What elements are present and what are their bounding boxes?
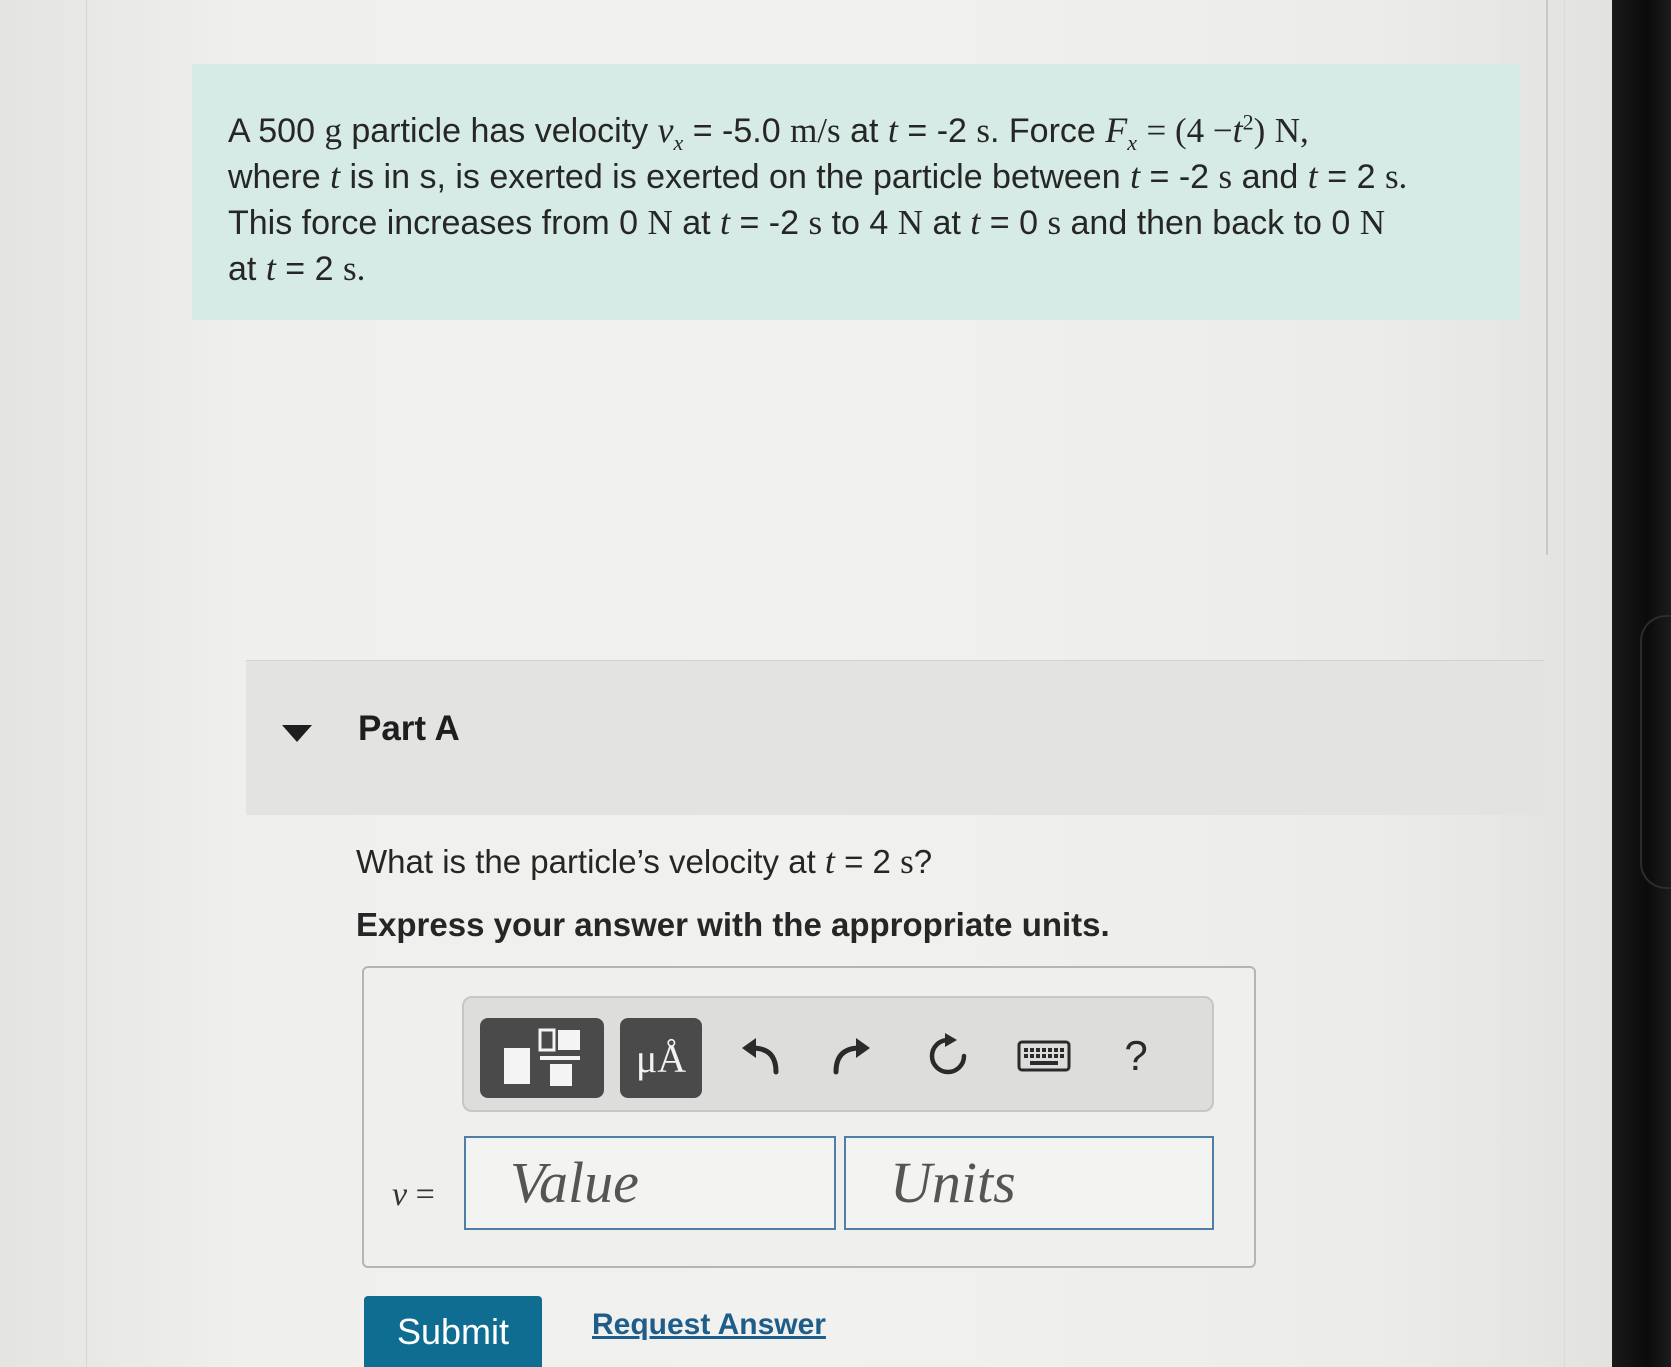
answer-variable-label: v = — [392, 1176, 435, 1213]
answer-instruction: Express your answer with the appropriate… — [356, 906, 1110, 943]
redo-icon[interactable] — [824, 1028, 880, 1084]
keyboard-icon[interactable] — [1016, 1028, 1072, 1084]
undo-icon[interactable] — [732, 1028, 788, 1084]
left-divider — [86, 0, 87, 1367]
submit-button[interactable]: Submit — [364, 1296, 542, 1367]
math-toolbar: μÅ ? — [462, 996, 1214, 1112]
bezel-edge — [1640, 615, 1671, 889]
units-input[interactable]: Units — [844, 1136, 1214, 1230]
problem-text: A 500 g particle has velocity vx = -5.0 … — [228, 109, 1408, 288]
units-button[interactable]: μÅ — [620, 1018, 702, 1098]
value-input[interactable]: Value — [464, 1136, 836, 1230]
collapse-caret-icon[interactable] — [282, 725, 312, 742]
scrollbar-track[interactable] — [1546, 0, 1548, 555]
right-divider — [1564, 0, 1565, 1367]
templates-button[interactable] — [480, 1018, 604, 1098]
reset-icon[interactable] — [920, 1028, 976, 1084]
templates-icon — [504, 1028, 580, 1086]
question-text: What is the particle’s velocity at t = 2… — [356, 841, 933, 881]
part-title: Part A — [358, 709, 460, 748]
problem-statement: A 500 g particle has velocity vx = -5.0 … — [192, 64, 1520, 320]
request-answer-link[interactable]: Request Answer — [592, 1308, 826, 1342]
part-a-header[interactable]: Part A — [246, 660, 1544, 815]
answer-panel: μÅ ? v = Value Units — [362, 966, 1256, 1268]
monitor-bezel — [1612, 0, 1671, 1367]
help-button[interactable]: ? — [1108, 1028, 1164, 1084]
